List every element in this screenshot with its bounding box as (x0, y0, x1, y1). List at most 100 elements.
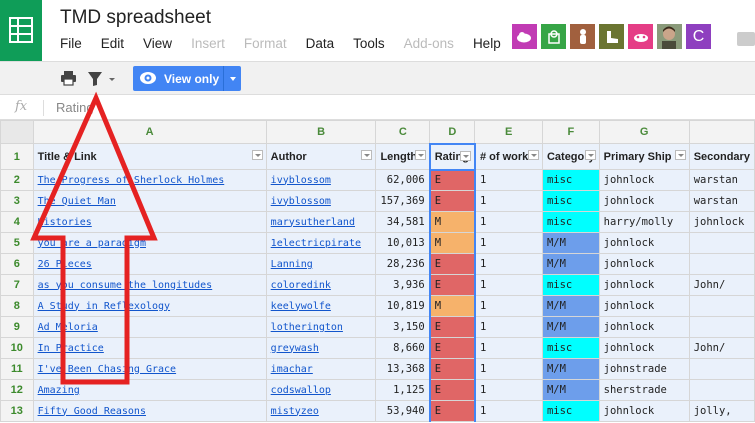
row-number[interactable]: 13 (0, 400, 34, 422)
works-count-cell[interactable]: 1 (474, 337, 543, 359)
category-cell[interactable]: M/M (541, 358, 600, 380)
menu-item-data[interactable]: Data (306, 36, 335, 54)
author-cell[interactable]: imachar (265, 358, 377, 380)
avatar-cloud-icon[interactable] (512, 24, 537, 49)
title-cell[interactable]: 26 Pieces (32, 253, 267, 275)
title-cell[interactable]: Amazing (32, 379, 267, 401)
formula-input[interactable]: Rating (56, 100, 94, 115)
rating-cell[interactable]: M (428, 232, 476, 254)
author-cell[interactable]: 1electricpirate (265, 232, 377, 254)
works-count-cell[interactable]: 1 (474, 274, 543, 296)
length-cell[interactable]: 28,236 (375, 253, 431, 275)
secondary-ship-cell[interactable]: johnlock (688, 211, 755, 233)
category-cell[interactable]: M/M (541, 295, 600, 317)
works-count-cell[interactable]: 1 (474, 253, 543, 275)
rating-cell[interactable]: E (428, 379, 476, 401)
secondary-ship-cell[interactable]: warstan (688, 169, 755, 191)
primary-ship-cell[interactable]: johnlock (598, 295, 690, 317)
column-filter-dropdown-icon[interactable] (527, 150, 539, 160)
sheets-logo-icon[interactable] (0, 0, 42, 61)
rating-cell[interactable]: E (428, 253, 476, 275)
title-link[interactable]: Fifty Good Reasons (38, 406, 146, 417)
row-number[interactable]: 6 (0, 253, 34, 275)
author-cell[interactable]: mistyzeo (265, 400, 377, 422)
title-link[interactable]: Ad Meloria (38, 322, 98, 333)
row-number[interactable]: 10 (0, 337, 34, 359)
row-number[interactable]: 5 (0, 232, 34, 254)
primary-ship-cell[interactable]: johnlock (598, 274, 690, 296)
spreadsheet-grid[interactable]: ABCDEFG 1 Title & Link Author Length Rating #… (0, 120, 755, 423)
row-number[interactable]: 8 (0, 295, 34, 317)
category-cell[interactable]: misc (541, 400, 600, 422)
filter-button[interactable] (86, 69, 118, 89)
view-mode-dropdown[interactable] (223, 66, 241, 91)
length-cell[interactable]: 157,369 (375, 190, 431, 212)
works-count-cell[interactable]: 1 (474, 190, 543, 212)
column-header-E[interactable]: E (474, 120, 543, 144)
length-cell[interactable]: 3,936 (375, 274, 431, 296)
author-cell[interactable]: codswallop (265, 379, 377, 401)
avatar-boot-icon[interactable] (599, 24, 624, 49)
title-link[interactable]: Amazing (38, 385, 80, 396)
menu-item-edit[interactable]: Edit (101, 36, 124, 54)
column-filter-dropdown-icon[interactable] (414, 150, 426, 160)
select-all-corner[interactable] (0, 120, 34, 144)
length-cell[interactable]: 8,660 (375, 337, 431, 359)
category-cell[interactable]: misc (541, 190, 600, 212)
works-count-cell[interactable]: 1 (474, 211, 543, 233)
author-cell[interactable]: Lanning (265, 253, 377, 275)
secondary-ship-cell[interactable] (688, 232, 755, 254)
column-filter-dropdown-icon[interactable] (584, 150, 596, 160)
row-number[interactable]: 12 (0, 379, 34, 401)
author-cell[interactable]: marysutherland (265, 211, 377, 233)
rating-cell[interactable]: E (428, 400, 476, 422)
primary-ship-cell[interactable]: harry/molly (598, 211, 690, 233)
title-cell[interactable]: Fifty Good Reasons (32, 400, 267, 422)
works-count-cell[interactable]: 1 (474, 169, 543, 191)
title-link[interactable]: Histories (38, 217, 92, 228)
works-count-cell[interactable]: 1 (474, 358, 543, 380)
column-header-h[interactable] (688, 120, 755, 144)
author-cell[interactable]: ivyblossom (265, 169, 377, 191)
works-count-cell[interactable]: 1 (474, 232, 543, 254)
title-cell[interactable]: as you consume the longitudes (32, 274, 267, 296)
author-cell[interactable]: lotherington (265, 316, 377, 338)
menu-item-help[interactable]: Help (473, 36, 501, 54)
title-link[interactable]: A Study in Reflexology (38, 301, 170, 312)
title-cell[interactable]: Ad Meloria (32, 316, 267, 338)
column-title-cell[interactable]: Secondary (688, 143, 755, 170)
column-title-cell[interactable]: Primary Ship (598, 143, 690, 170)
column-filter-dropdown-icon[interactable] (361, 150, 373, 160)
length-cell[interactable]: 53,940 (375, 400, 431, 422)
column-filter-dropdown-icon[interactable] (674, 150, 686, 160)
primary-ship-cell[interactable]: johnlock (598, 232, 690, 254)
print-icon[interactable] (60, 70, 77, 89)
row-number[interactable]: 3 (0, 190, 34, 212)
rating-cell[interactable]: M (428, 295, 476, 317)
author-cell[interactable]: keelywolfe (265, 295, 377, 317)
title-link[interactable]: The Progress of Sherlock Holmes (38, 175, 225, 186)
primary-ship-cell[interactable]: johnlock (598, 316, 690, 338)
title-cell[interactable]: The Progress of Sherlock Holmes (32, 169, 267, 191)
length-cell[interactable]: 62,006 (375, 169, 431, 191)
works-count-cell[interactable]: 1 (474, 400, 543, 422)
title-link[interactable]: The Quiet Man (38, 196, 116, 207)
title-cell[interactable]: Histories (32, 211, 267, 233)
row-number[interactable]: 9 (0, 316, 34, 338)
category-cell[interactable]: M/M (541, 316, 600, 338)
avatar-creature-icon[interactable] (628, 24, 653, 49)
column-header-A[interactable]: A (32, 120, 267, 144)
secondary-ship-cell[interactable] (688, 358, 755, 380)
length-cell[interactable]: 34,581 (375, 211, 431, 233)
row-number[interactable]: 11 (0, 358, 34, 380)
category-cell[interactable]: misc (541, 211, 600, 233)
secondary-ship-cell[interactable] (688, 295, 755, 317)
primary-ship-cell[interactable]: johnlock (598, 169, 690, 191)
avatar-figure-icon[interactable] (570, 24, 595, 49)
title-cell[interactable]: In Practice (32, 337, 267, 359)
row-number[interactable]: 2 (0, 169, 34, 191)
row-number[interactable]: 7 (0, 274, 34, 296)
title-cell[interactable]: A Study in Reflexology (32, 295, 267, 317)
column-filter-dropdown-icon[interactable] (251, 150, 263, 160)
title-cell[interactable]: The Quiet Man (32, 190, 267, 212)
